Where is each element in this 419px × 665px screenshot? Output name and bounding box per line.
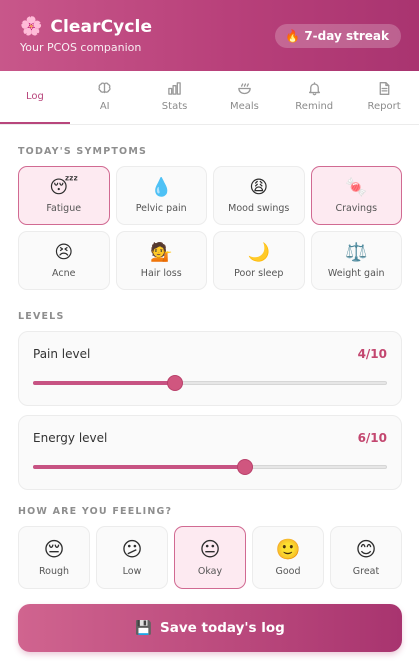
energy-level-value: 6/10 <box>357 431 387 445</box>
save-log-button[interactable]: 💾 Save today's log <box>18 604 402 652</box>
tab-report[interactable]: Report <box>349 71 419 124</box>
slightly-smiling-face-icon: 🙂 <box>275 537 301 561</box>
floppy-disk-icon: 💾 <box>135 620 152 636</box>
symptom-acne[interactable]: 😣 Acne <box>18 231 110 290</box>
pain-level-card: Pain level 4/10 <box>18 331 402 406</box>
symptom-cravings[interactable]: 🍬 Cravings <box>310 166 402 225</box>
levels-heading: LEVELS <box>18 311 65 322</box>
tab-ai[interactable]: AI <box>70 71 140 124</box>
bell-icon <box>308 82 320 96</box>
mood-rough[interactable]: 😔 Rough <box>18 526 90 589</box>
tab-label: AI <box>99 101 110 112</box>
brand: 🌸 ClearCycle Your PCOS companion <box>20 17 152 54</box>
symptom-label: Mood swings <box>228 202 290 214</box>
confused-face-icon: 😕 <box>121 537 143 561</box>
candy-icon: 🍬 <box>345 176 368 198</box>
mood-great[interactable]: 😊 Great <box>330 526 402 589</box>
app-title: ClearCycle <box>50 17 153 37</box>
energy-level-label: Energy level <box>33 431 108 445</box>
bowl-icon <box>238 83 251 95</box>
symptom-fatigue[interactable]: 😴 Fatigue <box>18 166 110 225</box>
app-header: 🌸 ClearCycle Your PCOS companion 🔥 7-day… <box>0 0 419 71</box>
bar-chart-icon <box>168 82 181 95</box>
symptom-label: Weight gain <box>327 267 385 279</box>
symptom-poor-sleep[interactable]: 🌙 Poor sleep <box>213 231 305 290</box>
slider-fill <box>33 465 246 469</box>
symptom-label: Fatigue <box>46 202 82 214</box>
symptoms-heading: TODAY'S SYMPTOMS <box>18 146 148 157</box>
persevering-face-icon: 😣 <box>54 241 74 263</box>
symptom-label: Acne <box>52 267 76 279</box>
scales-icon: ⚖️ <box>345 241 368 263</box>
sleeping-face-icon: 😴 <box>49 176 79 198</box>
neutral-face-icon: 😐 <box>199 537 221 561</box>
energy-level-slider[interactable] <box>33 460 387 474</box>
symptom-weight-gain[interactable]: ⚖️ Weight gain <box>310 231 402 290</box>
mood-grid: 😔 Rough 😕 Low 😐 Okay 🙂 Good 😊 Great <box>18 526 402 589</box>
tab-stats[interactable]: Stats <box>140 71 210 124</box>
symptom-label: Cravings <box>335 202 378 214</box>
app-root: 🌸 ClearCycle Your PCOS companion 🔥 7-day… <box>0 0 419 665</box>
mood-label: Great <box>352 566 380 577</box>
smiling-face-icon: 😊 <box>355 537 377 561</box>
crescent-moon-icon: 🌙 <box>247 241 270 263</box>
save-log-label: Save today's log <box>160 620 285 636</box>
slider-thumb[interactable] <box>238 460 253 474</box>
weary-face-icon: 😩 <box>249 176 269 198</box>
mood-good[interactable]: 🙂 Good <box>252 526 324 589</box>
log-content: TODAY'S SYMPTOMS 😴 Fatigue 💧 Pelvic pain… <box>0 146 419 652</box>
app-subtitle: Your PCOS companion <box>20 41 142 54</box>
symptom-grid: 😴 Fatigue 💧 Pelvic pain 😩 Mood swings 🍬 … <box>18 166 402 290</box>
tab-remind[interactable]: Remind <box>279 71 349 124</box>
document-icon <box>379 82 389 95</box>
flower-icon: 🌸 <box>20 16 43 37</box>
brain-icon <box>98 82 111 94</box>
person-hair-icon: 💁 <box>150 241 173 263</box>
tab-log[interactable]: Log <box>0 71 70 124</box>
tab-label: Remind <box>295 101 334 112</box>
tab-bar: Log AI Stats Meals Remind Report <box>0 71 419 125</box>
pain-level-value: 4/10 <box>357 347 387 361</box>
energy-level-card: Energy level 6/10 <box>18 415 402 490</box>
mood-label: Low <box>122 566 142 577</box>
mood-heading: HOW ARE YOU FEELING? <box>18 506 173 517</box>
pain-level-label: Pain level <box>33 347 91 361</box>
symptom-label: Hair loss <box>140 267 182 279</box>
droplet-icon: 💧 <box>150 176 173 198</box>
symptom-mood-swings[interactable]: 😩 Mood swings <box>213 166 305 225</box>
pain-level-slider[interactable] <box>33 376 387 390</box>
symptom-hair-loss[interactable]: 💁 Hair loss <box>115 231 207 290</box>
tab-label: Stats <box>161 101 188 112</box>
symptom-pelvic-pain[interactable]: 💧 Pelvic pain <box>115 166 207 225</box>
mood-okay[interactable]: 😐 Okay <box>174 526 246 589</box>
slider-thumb[interactable] <box>167 376 182 390</box>
streak-label: 7-day streak <box>304 28 389 43</box>
tab-label: Meals <box>229 101 259 112</box>
fire-icon: 🔥 <box>285 28 301 43</box>
mood-label: Okay <box>197 566 223 577</box>
tab-label: Report <box>367 101 401 112</box>
mood-label: Good <box>275 566 301 577</box>
mood-low[interactable]: 😕 Low <box>96 526 168 589</box>
pensive-face-icon: 😔 <box>43 537 65 561</box>
tab-meals[interactable]: Meals <box>209 71 279 124</box>
streak-badge: 🔥 7-day streak <box>275 23 401 48</box>
tab-label: Log <box>25 91 44 102</box>
slider-fill <box>33 381 175 385</box>
mood-label: Rough <box>38 566 70 577</box>
symptom-label: Pelvic pain <box>135 202 187 214</box>
symptom-label: Poor sleep <box>234 267 284 279</box>
